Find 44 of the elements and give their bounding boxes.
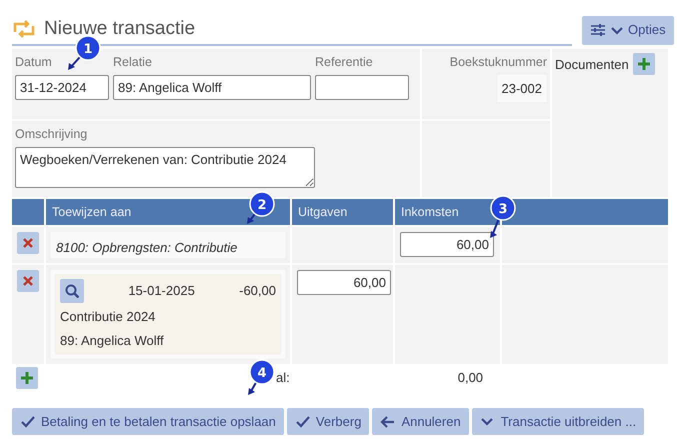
payment-relation: 89: Angelica Wolff [60,332,165,350]
hide-button[interactable]: Verberg [286,408,370,435]
options-button[interactable]: Opties [582,16,674,44]
payment-date: 15-01-2025 [128,282,195,300]
search-button[interactable] [60,279,84,303]
column-header [12,199,44,225]
field-label: Boekstuknummer [448,54,547,71]
close-icon [23,238,33,248]
plus-icon [20,371,34,385]
field-label: Omschrijving [15,126,88,143]
field-label: Relatie [113,54,153,71]
close-icon [23,276,33,286]
add-button[interactable] [632,53,655,75]
total-amount: 0,00 [458,369,484,388]
account-name: 8100: Opbrengsten: Contributie [51,232,285,258]
check-icon [294,414,311,428]
column-header: Inkomsten [395,199,500,225]
search-icon [65,284,79,298]
expand-button[interactable]: Transactie uitbreiden ... [472,408,644,435]
check-icon [20,414,36,428]
add-row-button[interactable] [16,367,38,389]
field-label: Datum [15,54,53,71]
save-button[interactable]: Betaling en te betalen transactie opslaan [12,408,284,435]
plus-icon [636,57,651,71]
expense-field[interactable]: 60,00 [297,270,391,295]
caret-icon [610,24,624,36]
income-field[interactable]: 60,00 [400,232,494,257]
payment-amount: -60,00 [239,282,276,300]
delete-button[interactable] [17,270,39,292]
arrow-left-icon [380,414,396,428]
transfer-icon [12,20,36,38]
documents-label: Documenten [555,56,629,74]
field-label: Referentie [315,54,374,71]
description-field[interactable]: Wegboeken/Verrekenen van: Contributie 2024 [15,146,315,188]
total-label: al: [276,369,290,388]
date-field[interactable]: 31-12-2024 [15,74,109,100]
reference-field[interactable] [315,74,409,100]
cancel-button[interactable]: Annuleren [372,408,469,435]
delete-button[interactable] [17,232,39,254]
column-header: Uitgaven [292,199,393,225]
relation-field[interactable]: 89: Angelica Wolff [113,74,311,100]
voucher-number: 23-002 [496,74,547,102]
sliders-icon [590,23,606,37]
payment-description: Contributie 2024 [60,308,156,326]
